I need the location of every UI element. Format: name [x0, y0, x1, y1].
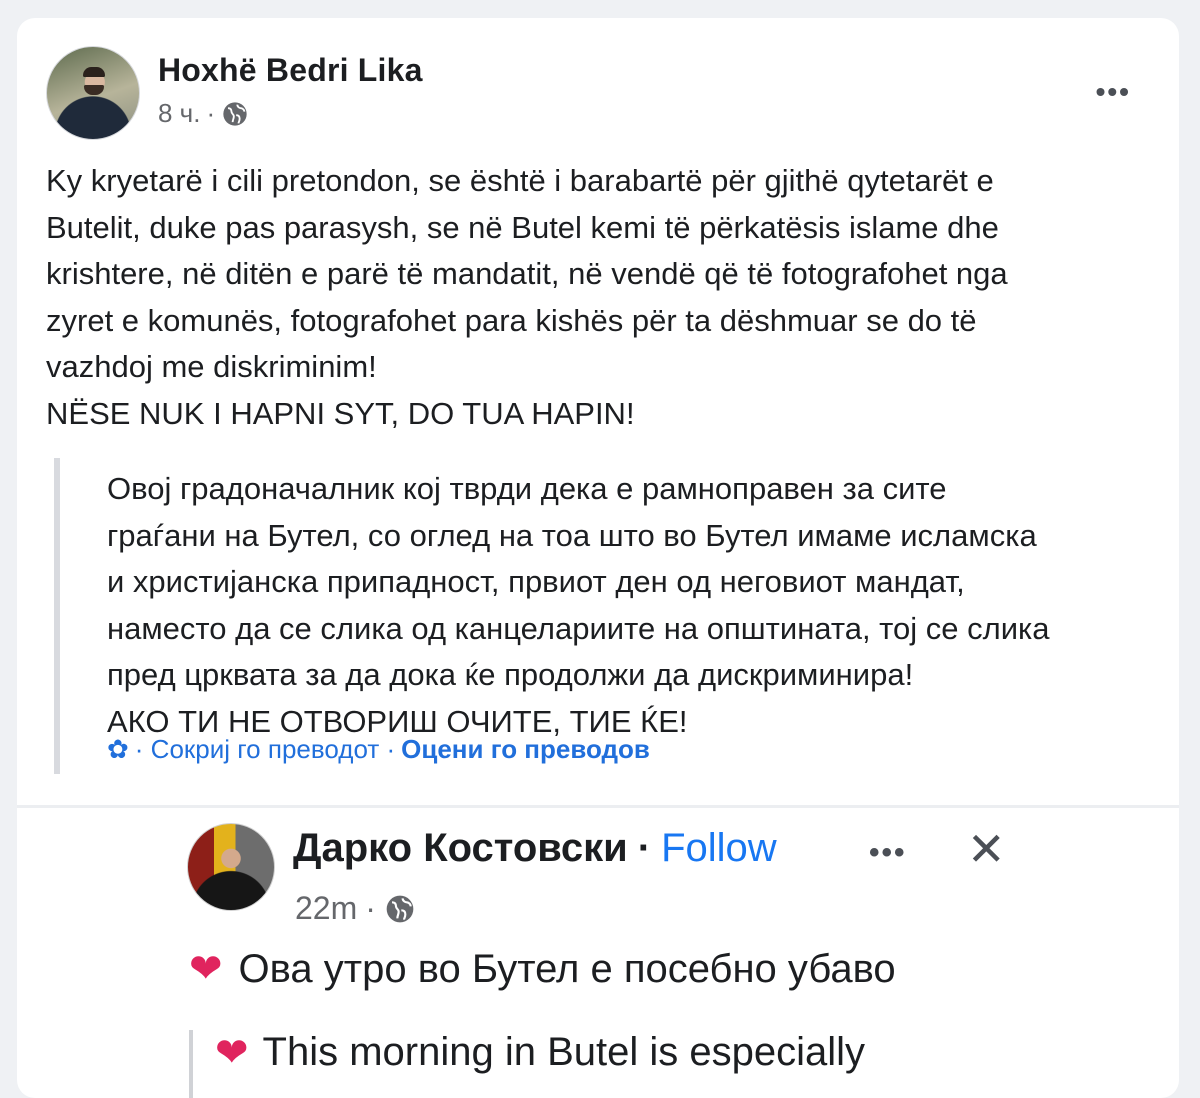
avatar-beard [84, 85, 104, 95]
heart-icon: ❤ [189, 947, 223, 991]
author-follow-separator: · [637, 826, 652, 870]
shared-time[interactable]: 22m [295, 890, 357, 927]
translation-text: Овој градоначалник кој тврди дека е рамн… [107, 466, 1167, 745]
shared-quote: ❤ This morning in Butel is especially [189, 1030, 865, 1098]
meta-separator: · [206, 98, 216, 128]
globe-icon [223, 101, 247, 126]
avatar-hair [83, 67, 105, 77]
post-line: vazhdoj me diskriminim! [46, 349, 377, 384]
author-avatar[interactable] [46, 46, 140, 140]
translation-line: пред црквата за да дока ќе продолжи да д… [107, 657, 914, 692]
translation-line: граѓани на Бутел, со оглед на тоа што во… [107, 517, 1037, 553]
shared-text-content: Ова утро во Бутел е посебно убаво [238, 946, 896, 991]
translation-line: и христијанска припадност, првиот ден од… [107, 564, 965, 599]
author-name[interactable]: Hoxhë Bedri Lika [158, 52, 423, 89]
post-options-button[interactable]: ••• [1096, 76, 1131, 108]
shared-text: ❤ Ова утро во Бутел е посебно убаво [189, 946, 896, 992]
translation-line: наместо да се слика од канцелариите на о… [107, 610, 1050, 646]
post-meta: 8 ч. · [158, 98, 249, 129]
post-line: krishtere, në ditën e parë të mandatit, … [46, 256, 1008, 291]
translation-block: Овој градоначалник кој тврди дека е рамн… [54, 458, 1150, 774]
post-card: Hoxhë Bedri Lika 8 ч. · ••• Ky kryetarë … [17, 18, 1179, 1098]
shared-post: Дарко Костовски · Follow ••• ✕ 22m · ❤ О… [17, 808, 1179, 1098]
follow-button[interactable]: Follow [661, 826, 777, 871]
shared-author-line: Дарко Костовски · Follow [293, 826, 777, 871]
close-icon[interactable]: ✕ [967, 822, 1006, 876]
rate-translation-link[interactable]: Оцени го преводов [401, 734, 650, 765]
shared-quote-text: This morning in Butel is especially [262, 1030, 865, 1074]
shared-meta-separator: · [365, 890, 376, 926]
shared-options-button[interactable]: ••• [869, 836, 907, 870]
translation-links: ✿ · Сокриј го преводот · Оцени го превод… [107, 734, 650, 765]
post-line: Butelit, duke pas parasysh, se në Butel … [46, 209, 999, 245]
hide-translation-link[interactable]: · Сокриј го преводот · [135, 734, 395, 765]
shared-meta: 22m · [295, 890, 416, 927]
post-line: zyret e komunës, fotografohet para kishë… [46, 302, 977, 338]
translation-line: Овој градоначалник кој тврди дека е рамн… [107, 471, 947, 506]
post-line: Ky kryetarë i cili pretondon, se është i… [46, 163, 994, 198]
post-line: NËSE NUK I HAPNI SYT, DO TUA HAPIN! [46, 395, 635, 431]
globe-icon [386, 895, 414, 922]
gear-icon[interactable]: ✿ [107, 734, 129, 765]
shared-author-name[interactable]: Дарко Костовски [293, 826, 628, 871]
post-body: Ky kryetarë i cili pretondon, se është i… [46, 158, 1126, 437]
heart-icon: ❤ [215, 1031, 249, 1075]
post-time[interactable]: 8 ч. [158, 98, 200, 129]
shared-author-avatar[interactable] [187, 823, 275, 911]
